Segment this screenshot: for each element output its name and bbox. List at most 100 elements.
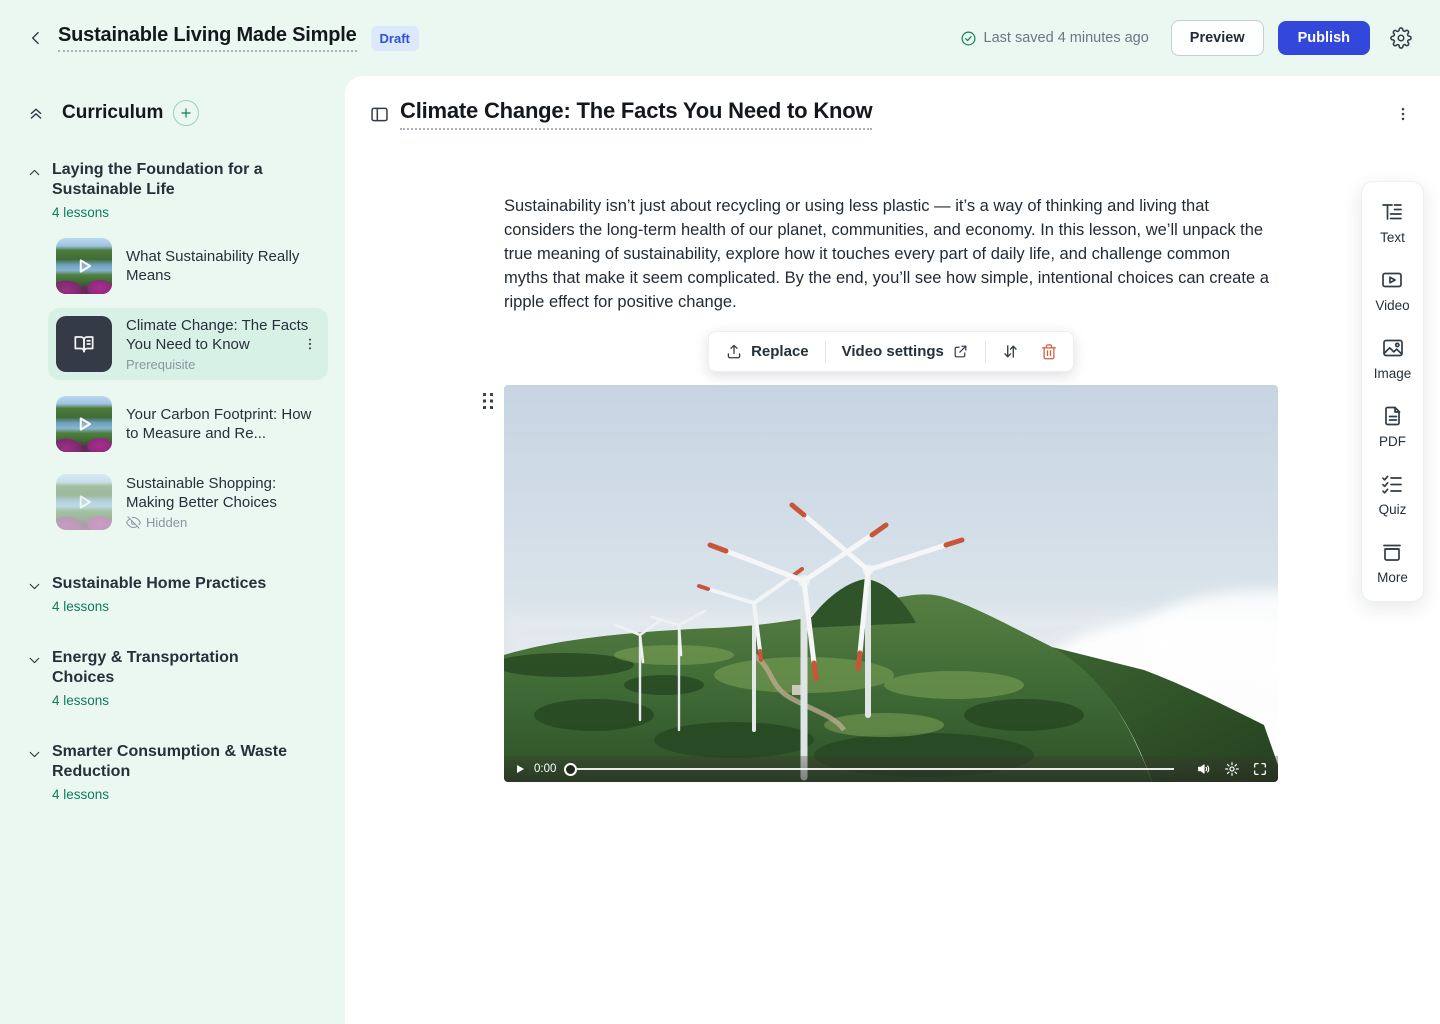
section-title: Smarter Consumption & Waste Reduction <box>52 742 297 782</box>
more-blocks-button[interactable]: More <box>1377 540 1408 585</box>
delete-block-button[interactable] <box>1035 341 1063 363</box>
eye-off-icon <box>126 515 141 530</box>
wind-turbines-video-still <box>504 385 1278 782</box>
seek-track[interactable] <box>577 768 1174 770</box>
lesson-title: Climate Change: The Facts You Need to Kn… <box>126 316 320 354</box>
settings-gear-icon[interactable] <box>1386 23 1416 53</box>
lesson-item-hidden[interactable]: Sustainable Shopping: Making Better Choi… <box>48 466 328 538</box>
lesson-page-title[interactable]: Climate Change: The Facts You Need to Kn… <box>400 98 872 130</box>
lesson-hidden-label: Hidden <box>146 515 187 530</box>
saved-status-text: Last saved 4 minutes ago <box>984 30 1149 46</box>
lesson-kebab-icon[interactable] <box>302 336 318 352</box>
palette-label: Video <box>1375 298 1409 313</box>
lesson-item[interactable]: What Sustainability Really Means <box>48 230 328 302</box>
back-button[interactable] <box>22 24 50 52</box>
lesson-item-selected[interactable]: Climate Change: The Facts You Need to Kn… <box>48 308 328 380</box>
upload-icon <box>725 343 743 361</box>
add-image-block-button[interactable]: Image <box>1374 336 1412 381</box>
video-block-toolbar: Replace Video settings <box>708 331 1074 372</box>
lesson-editor-panel: Climate Change: The Facts You Need to Kn… <box>345 76 1440 1024</box>
quiz-icon <box>1380 472 1404 496</box>
chevron-down-icon[interactable] <box>26 746 46 802</box>
seek-bar[interactable] <box>564 763 1188 776</box>
collapse-all-icon[interactable] <box>26 103 46 123</box>
video-settings-button[interactable]: Video settings <box>836 341 975 362</box>
lesson-video-thumbnail <box>56 238 112 294</box>
external-link-icon <box>952 343 969 360</box>
add-quiz-block-button[interactable]: Quiz <box>1379 472 1407 517</box>
curriculum-section: Energy & Transportation Choices 4 lesson… <box>0 648 345 708</box>
video-settings-label: Video settings <box>842 343 944 360</box>
text-icon <box>1380 200 1404 224</box>
palette-label: Image <box>1374 366 1412 381</box>
player-settings-icon[interactable] <box>1224 761 1240 777</box>
section-lesson-count: 4 lessons <box>52 693 297 708</box>
section-header[interactable]: Sustainable Home Practices 4 lessons <box>0 574 345 614</box>
video-frame[interactable]: 0:00 <box>504 385 1278 782</box>
add-video-block-button[interactable]: Video <box>1375 268 1409 313</box>
publish-button[interactable]: Publish <box>1278 21 1370 55</box>
drag-handle-icon[interactable] <box>481 391 495 411</box>
palette-label: Text <box>1380 230 1405 245</box>
divider <box>985 341 986 363</box>
section-lesson-count: 4 lessons <box>52 599 266 614</box>
app-header: Sustainable Living Made Simple Draft Las… <box>0 0 1440 76</box>
course-title[interactable]: Sustainable Living Made Simple <box>58 24 357 52</box>
curriculum-sidebar: Curriculum Laying the Foundation for a S… <box>0 76 345 1024</box>
section-header[interactable]: Smarter Consumption & Waste Reduction 4 … <box>0 742 345 802</box>
section-header[interactable]: Laying the Foundation for a Sustainable … <box>0 160 345 220</box>
reorder-block-button[interactable] <box>996 340 1025 363</box>
add-section-button[interactable] <box>173 100 199 126</box>
lesson-video-thumbnail <box>56 474 112 530</box>
pdf-icon <box>1381 404 1405 428</box>
section-lesson-count: 4 lessons <box>52 205 297 220</box>
divider <box>825 341 826 363</box>
curriculum-section: Sustainable Home Practices 4 lessons <box>0 574 345 614</box>
lesson-item[interactable]: Your Carbon Footprint: How to Measure an… <box>48 388 328 460</box>
curriculum-title: Curriculum <box>62 102 163 124</box>
palette-label: More <box>1377 570 1408 585</box>
lesson-options-kebab-icon[interactable] <box>1390 101 1416 127</box>
header-actions: Last saved 4 minutes ago Preview Publish <box>960 20 1416 56</box>
lesson-title: Sustainable Shopping: Making Better Choi… <box>126 474 320 512</box>
chevron-up-icon[interactable] <box>26 164 46 220</box>
add-pdf-block-button[interactable]: PDF <box>1379 404 1406 449</box>
status-badge: Draft <box>371 26 419 51</box>
panel-toggle-icon[interactable] <box>369 104 390 125</box>
replace-button[interactable]: Replace <box>719 341 815 363</box>
preview-button[interactable]: Preview <box>1171 20 1264 56</box>
video-block[interactable]: 0:00 <box>504 385 1278 782</box>
archive-box-icon <box>1380 540 1404 564</box>
play-button[interactable] <box>514 763 526 775</box>
section-title: Sustainable Home Practices <box>52 574 266 594</box>
video-icon <box>1380 268 1404 292</box>
volume-icon[interactable] <box>1196 761 1212 777</box>
play-icon <box>56 474 112 530</box>
book-icon <box>71 331 97 357</box>
add-text-block-button[interactable]: Text <box>1380 200 1405 245</box>
chevron-down-icon[interactable] <box>26 578 46 614</box>
lesson-intro-paragraph[interactable]: Sustainability isn’t just about recyclin… <box>504 194 1278 314</box>
chevron-down-icon[interactable] <box>26 652 46 708</box>
playback-time: 0:00 <box>534 763 556 775</box>
lesson-reading-thumbnail <box>56 316 112 372</box>
seek-knob[interactable] <box>564 763 577 776</box>
play-icon <box>56 238 112 294</box>
lesson-video-thumbnail <box>56 396 112 452</box>
palette-label: PDF <box>1379 434 1406 449</box>
section-header[interactable]: Energy & Transportation Choices 4 lesson… <box>0 648 345 708</box>
lesson-title: Your Carbon Footprint: How to Measure an… <box>126 405 320 443</box>
saved-status: Last saved 4 minutes ago <box>960 30 1149 47</box>
section-lesson-count: 4 lessons <box>52 787 297 802</box>
fullscreen-icon[interactable] <box>1252 761 1268 777</box>
video-player-controls: 0:00 <box>504 756 1278 782</box>
lesson-title: What Sustainability Really Means <box>126 247 320 285</box>
insert-block-palette: Text Video Image PDF Quiz <box>1361 181 1424 602</box>
curriculum-section: Smarter Consumption & Waste Reduction 4 … <box>0 742 345 802</box>
play-icon <box>56 396 112 452</box>
check-circle-icon <box>960 30 977 47</box>
section-title: Laying the Foundation for a Sustainable … <box>52 160 297 200</box>
image-icon <box>1381 336 1405 360</box>
curriculum-section: Laying the Foundation for a Sustainable … <box>0 160 345 538</box>
section-title: Energy & Transportation Choices <box>52 648 297 688</box>
